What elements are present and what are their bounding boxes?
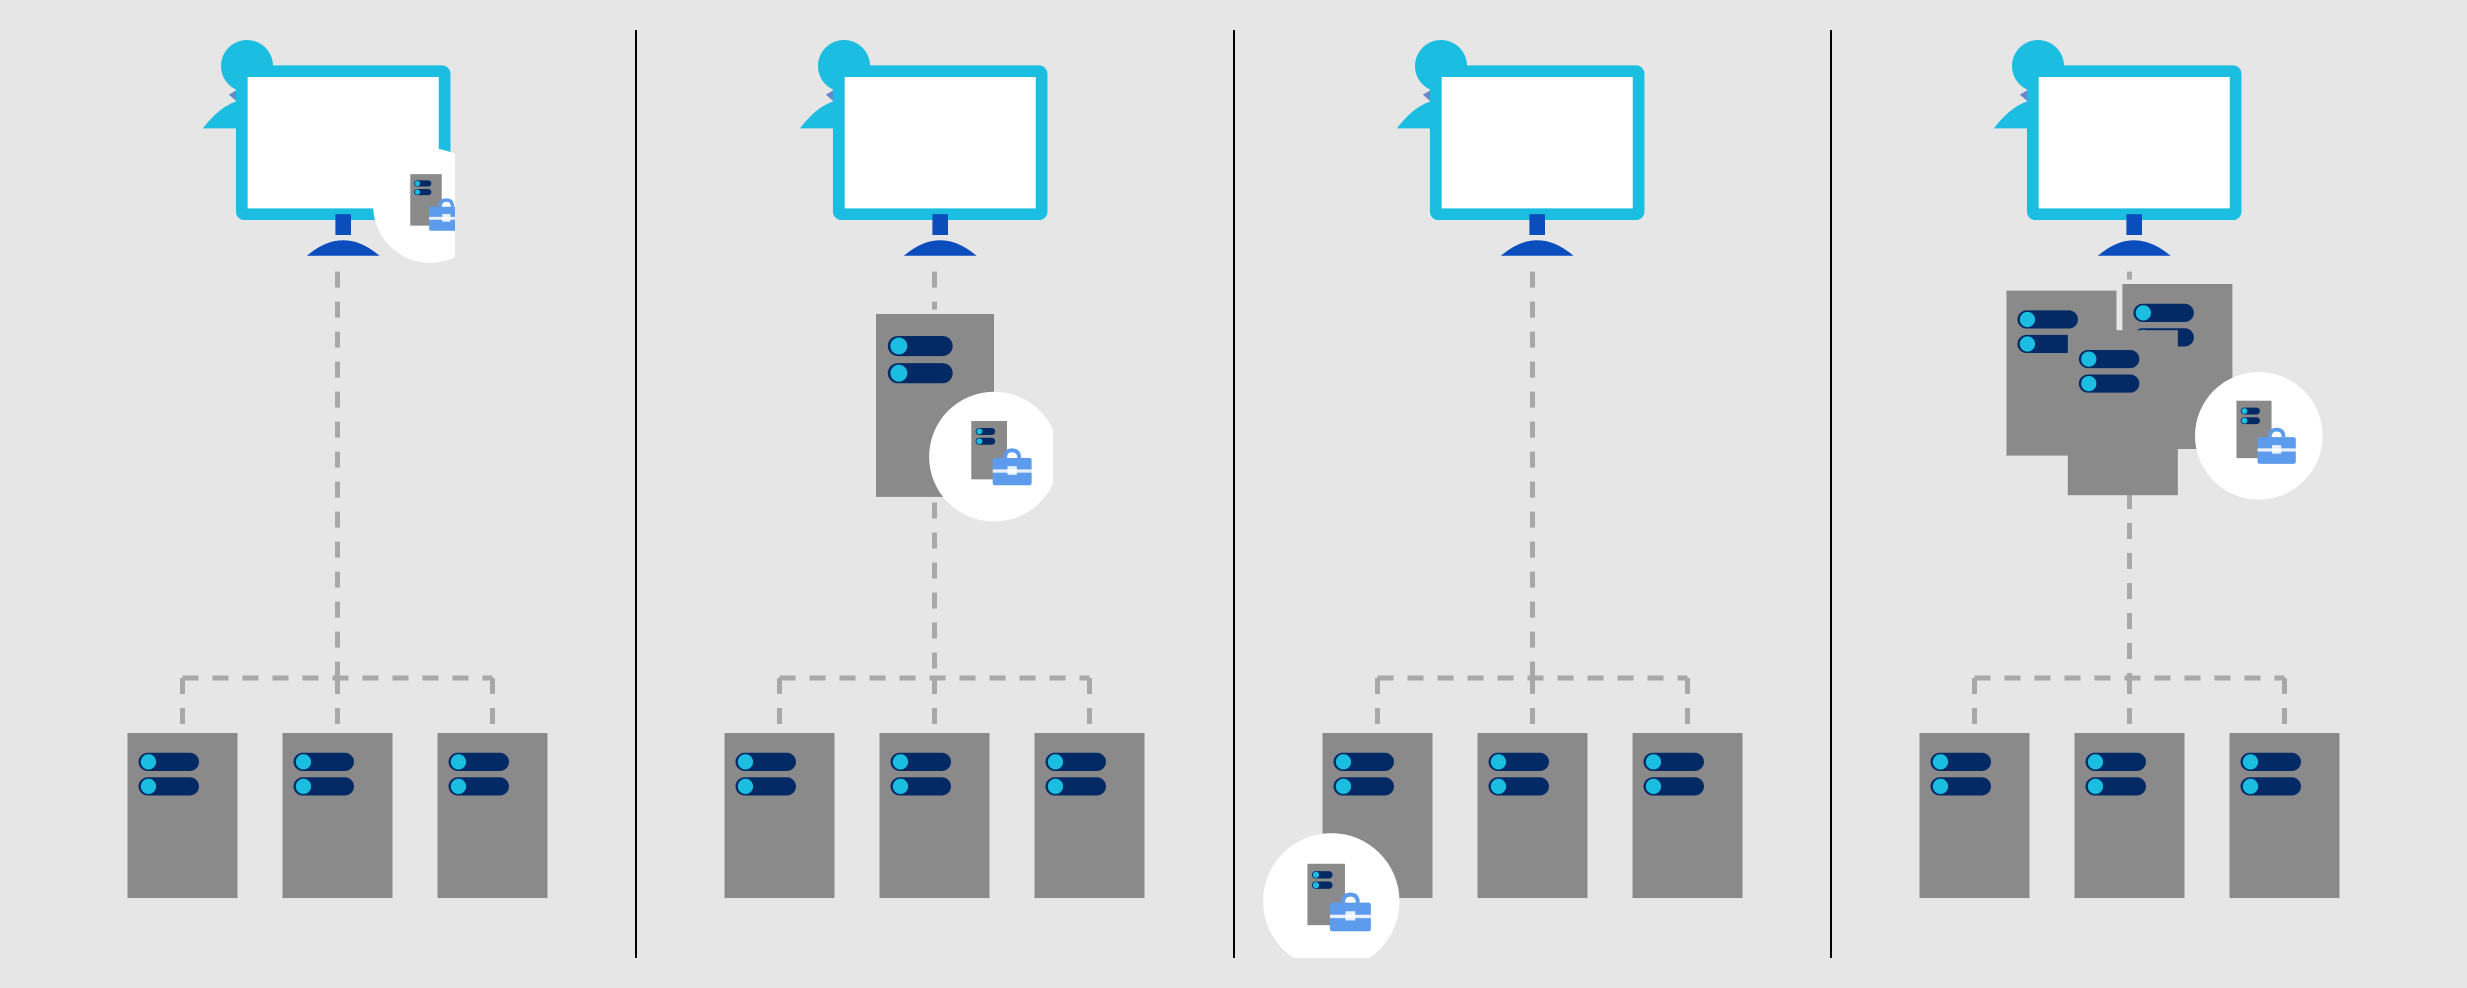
server-icon [1035,733,1145,898]
topology-gateway-cluster [1832,30,2427,958]
user-workstation-icon [792,40,1052,287]
diagram-container [0,0,2467,988]
server-icon [2074,733,2184,898]
server-icon [1919,733,2029,898]
server-icon [1632,733,1742,898]
user-workstation-icon [195,40,455,287]
server-icon [2229,733,2339,898]
server-tools-badge-icon [929,391,1053,521]
server-icon [283,733,393,898]
server-icon [1477,733,1587,898]
server-icon [880,733,990,898]
server-icon [2068,330,2178,495]
server-icon [128,733,238,898]
server-tools-badge-icon [2195,372,2323,500]
topology-gateway [637,30,1232,958]
gateway-cluster-icon [1986,284,2327,523]
gateway-server-icon [817,314,1053,533]
topology-client-tools [40,30,635,958]
user-workstation-icon [1389,40,1649,287]
topology-node-tools [1235,30,1830,958]
user-workstation-icon [1986,40,2246,287]
server-icon [725,733,835,898]
server-icon [438,733,548,898]
